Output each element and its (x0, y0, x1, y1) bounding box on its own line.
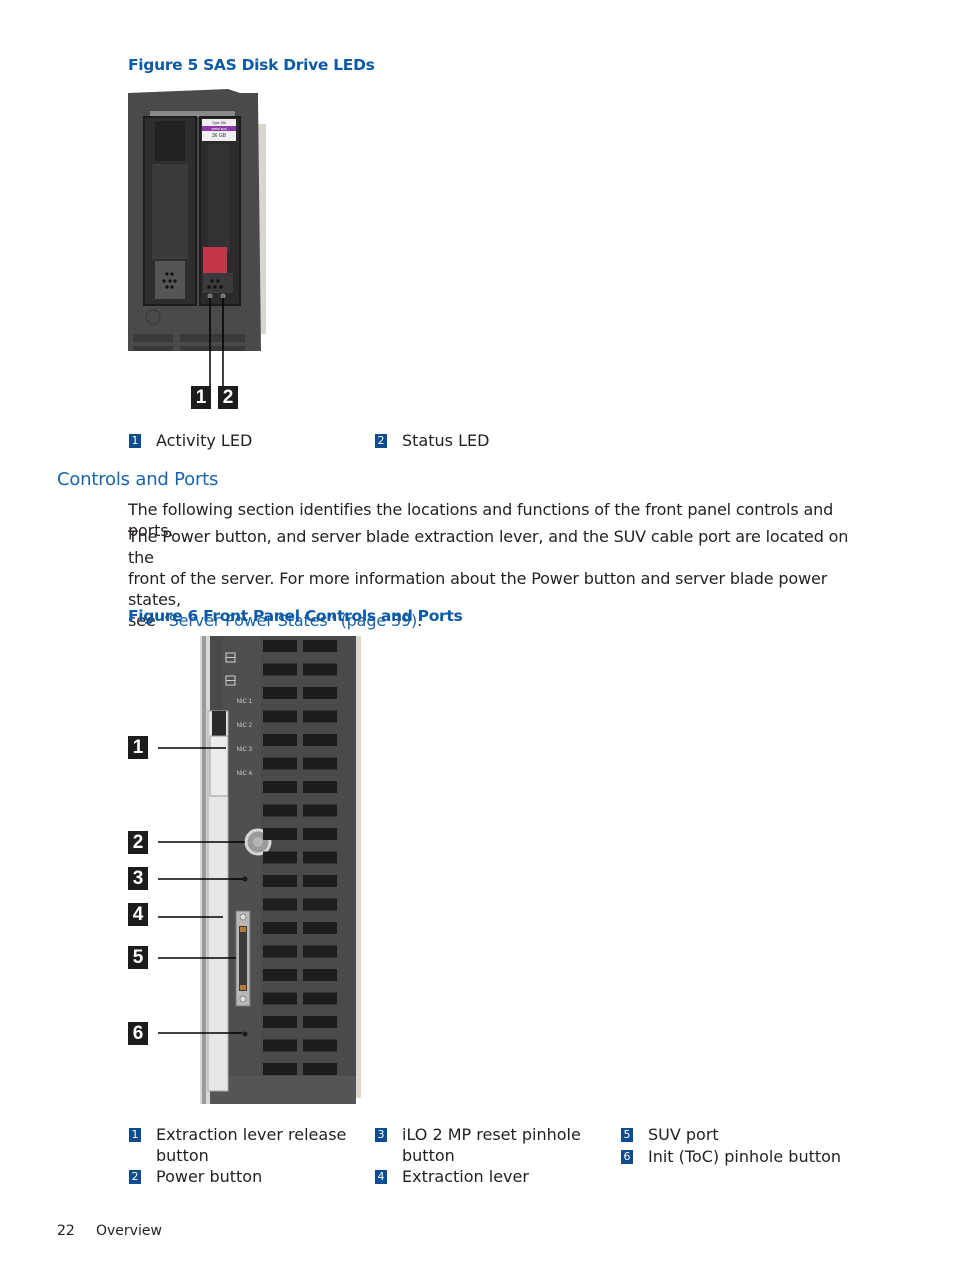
callout-1: 1 (191, 386, 211, 409)
legend-label: Activity LED (156, 431, 253, 450)
legend-label-line: button (156, 1146, 209, 1165)
legend-number: 2 (375, 434, 387, 448)
nic-label: NIC 4 (236, 771, 252, 777)
vent-slot (263, 969, 297, 981)
vent-slot (303, 898, 337, 911)
vent-slot (303, 710, 337, 723)
legend-item-power-button: 2 Power button (129, 1166, 262, 1187)
legend-item-extraction-lever-release: 1 Extraction lever release button (129, 1124, 359, 1166)
vent-slot (263, 663, 297, 676)
legend-number: 4 (375, 1170, 387, 1184)
drive-label-line3: 36 GB (212, 133, 227, 139)
vent-slot (263, 687, 297, 699)
callout-2: 2 (218, 386, 238, 409)
figure-5-image: Type 15k serial scsi 36 GB 1 2 (128, 89, 268, 414)
drive-label-line1: Type 15k (212, 121, 226, 125)
legend-label: iLO 2 MP reset pinhole button (402, 1124, 581, 1166)
figure-6-title: Figure 6 Front Panel Controls and Ports (128, 607, 463, 625)
legend-number: 3 (375, 1128, 387, 1142)
vent-slot (303, 1039, 337, 1052)
vent-slot (303, 851, 337, 864)
vent-slot (303, 969, 337, 981)
legend-label: Extraction lever release button (156, 1124, 346, 1166)
vent-slot (303, 757, 337, 770)
vent-slot (263, 710, 297, 723)
drive-label-line2: serial scsi (211, 127, 227, 131)
figure-6-image: NIC 1 NIC 2 NIC 3 NIC 4 1 2 3 4 5 6 (128, 636, 363, 1106)
callout-6: 6 (128, 1022, 148, 1045)
vent-slot (263, 851, 297, 864)
vent-slot (263, 757, 297, 770)
vent-slot (303, 922, 337, 934)
vent-slot (303, 992, 337, 1005)
legend-number: 1 (129, 1128, 141, 1142)
legend-label: Status LED (402, 431, 490, 450)
legend-label-line: iLO 2 MP reset pinhole (402, 1125, 581, 1144)
nic-label: NIC 1 (236, 699, 252, 705)
activity-led (207, 293, 213, 299)
nic-label: NIC 2 (236, 723, 252, 729)
legend-item-suv-port: 5 SUV port (621, 1124, 719, 1145)
legend-label-line: button (402, 1146, 455, 1165)
legend-label: SUV port (648, 1125, 719, 1144)
vent-slot (303, 781, 337, 793)
legend-number: 6 (621, 1150, 633, 1164)
vent-slot (303, 945, 337, 958)
vent-slot (263, 781, 297, 793)
legend-number: 5 (621, 1128, 633, 1142)
legend-number: 2 (129, 1170, 141, 1184)
vent-slot (263, 828, 297, 840)
legend-label: Extraction lever (402, 1167, 529, 1186)
callout-3: 3 (128, 867, 148, 890)
vent-slot (263, 1016, 297, 1028)
vent-slot (303, 1016, 337, 1028)
vent-slot (263, 875, 297, 887)
legend-item-ilo-reset: 3 iLO 2 MP reset pinhole button (375, 1124, 605, 1166)
vent-slot (263, 640, 297, 652)
callout-1: 1 (128, 736, 148, 759)
legend-item-extraction-lever: 4 Extraction lever (375, 1166, 529, 1187)
vent-slot (303, 804, 337, 817)
callout-5: 5 (128, 946, 148, 969)
drive-release-latch (203, 247, 227, 273)
vent-slot (303, 1063, 337, 1075)
legend-number: 1 (129, 434, 141, 448)
legend-label-line: Extraction lever release (156, 1125, 347, 1144)
vent-slot (263, 945, 297, 958)
paragraph-line: The Power button, and server blade extra… (128, 527, 849, 567)
callout-2: 2 (128, 831, 148, 854)
vent-slot (303, 640, 337, 652)
vent-slot (303, 734, 337, 746)
legend-label: Init (ToC) pinhole button (648, 1147, 842, 1166)
callout-4: 4 (128, 903, 148, 926)
page-number: 22 (57, 1223, 75, 1239)
vent-slot (263, 804, 297, 817)
nic-label: NIC 3 (236, 747, 252, 753)
vent-slot (263, 898, 297, 911)
init-toc-pinhole (242, 1031, 248, 1037)
vent-slot (303, 687, 337, 699)
footer-section-name: Overview (96, 1223, 162, 1239)
figure-5-title: Figure 5 SAS Disk Drive LEDs (128, 56, 375, 74)
status-led (220, 293, 226, 299)
legend-item-init-toc: 6 Init (ToC) pinhole button (621, 1146, 841, 1167)
sas-disk-drive-illustration: Type 15k serial scsi 36 GB (128, 89, 266, 387)
nic-labels: NIC 1 NIC 2 NIC 3 NIC 4 (232, 690, 252, 786)
vent-slot (263, 922, 297, 934)
paragraph-line: front of the server. For more informatio… (128, 569, 828, 609)
vent-slot (263, 734, 297, 746)
section-heading: Controls and Ports (57, 469, 219, 490)
vent-slot (263, 992, 297, 1005)
vent-slot (263, 1063, 297, 1075)
legend-item-status-led: 2 Status LED (375, 430, 489, 451)
legend-label: Power button (156, 1167, 263, 1186)
legend-item-activity-led: 1 Activity LED (129, 430, 252, 451)
vent-slot (303, 875, 337, 887)
vent-slot (303, 828, 337, 840)
vent-slot (303, 663, 337, 676)
ilo-reset-pinhole (242, 876, 248, 882)
vent-slot (263, 1039, 297, 1052)
